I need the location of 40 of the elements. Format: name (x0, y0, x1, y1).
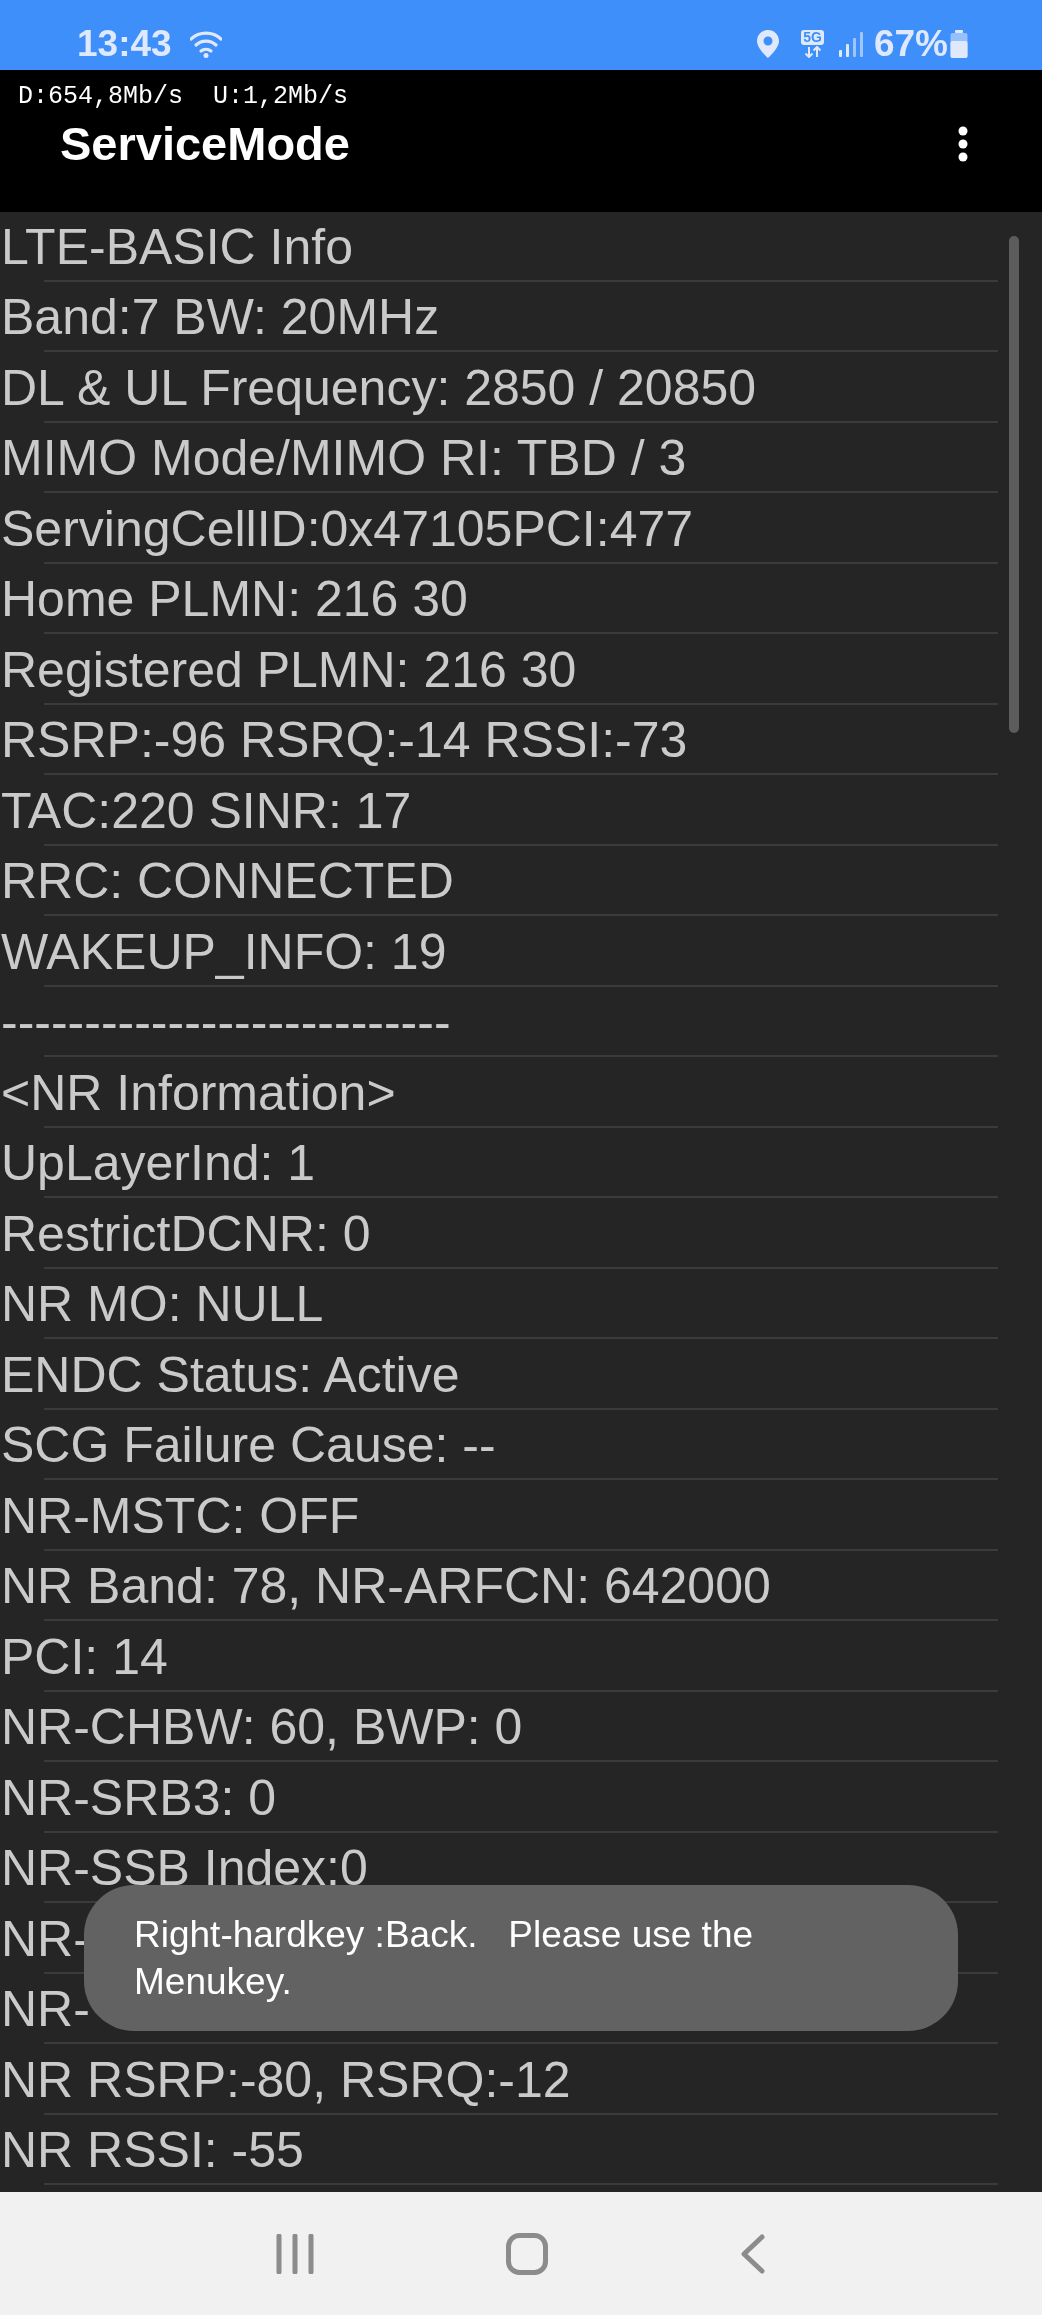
info-line: MIMO Mode/MIMO RI: TBD / 3 (0, 429, 687, 488)
info-line: --------------------------- (0, 993, 451, 1052)
info-line: RSRP:-96 RSRQ:-14 RSSI:-73 (0, 711, 688, 770)
info-line: TAC:220 SINR: 17 (0, 781, 412, 841)
info-line: LTE-BASIC Info (0, 217, 353, 277)
app-title: ServiceMode (60, 116, 350, 172)
info-line: NR Band: 78, NR-ARFCN: 642000 (0, 1557, 771, 1616)
more-options-icon[interactable] (957, 126, 969, 162)
wifi-icon (189, 30, 222, 58)
info-line: RRC: CONNECTED (0, 852, 454, 911)
info-line: Registered PLMN: 216 30 (0, 640, 577, 700)
info-line: NR MO: NULL (0, 1275, 324, 1334)
scrollbar-thumb[interactable] (1009, 236, 1019, 733)
info-line: NR RSRP:-80, RSRQ:-12 (0, 2050, 571, 2110)
battery-icon (950, 30, 968, 58)
info-line: NR-CHBW: 60, BWP: 0 (0, 1698, 523, 1757)
info-line: Band:7 BW: 20MHz (0, 288, 440, 347)
info-line: SCG Failure Cause: -- (0, 1416, 496, 1475)
network-type-label: 5G (801, 30, 824, 45)
location-pin-icon (757, 30, 780, 58)
info-line: NR-MSTC: OFF (0, 1486, 360, 1546)
info-line: ENDC Status: Active (0, 1345, 460, 1405)
data-speed-text: D:654,8Mb/s U:1,2Mb/s (17, 82, 349, 112)
back-icon[interactable] (740, 2233, 766, 2274)
battery-percent: 67% (873, 24, 948, 64)
info-line: Home PLMN: 216 30 (0, 570, 468, 629)
info-line: UpLayerInd: 1 (0, 1134, 316, 1193)
info-line: <NR Information> (0, 1063, 396, 1123)
info-line: DL & UL Frequency: 2850 / 20850 (0, 358, 757, 418)
info-line: NR RSSI: -55 (0, 2121, 304, 2180)
clock-time: 13:43 (77, 24, 172, 64)
recent-apps-icon[interactable] (276, 2233, 314, 2274)
info-line: RestrictDCNR: 0 (0, 1204, 371, 1264)
data-arrows-icon (802, 46, 823, 58)
home-icon[interactable] (506, 2232, 548, 2275)
info-line: ServingCellID:0x47105PCI:477 (0, 499, 694, 559)
info-line: NR-SRB3: 0 (0, 1768, 277, 1828)
info-line: WAKEUP_INFO: 19 (0, 922, 447, 982)
info-line: PCI: 14 (0, 1627, 168, 1687)
signal-bars-icon (837, 31, 864, 57)
